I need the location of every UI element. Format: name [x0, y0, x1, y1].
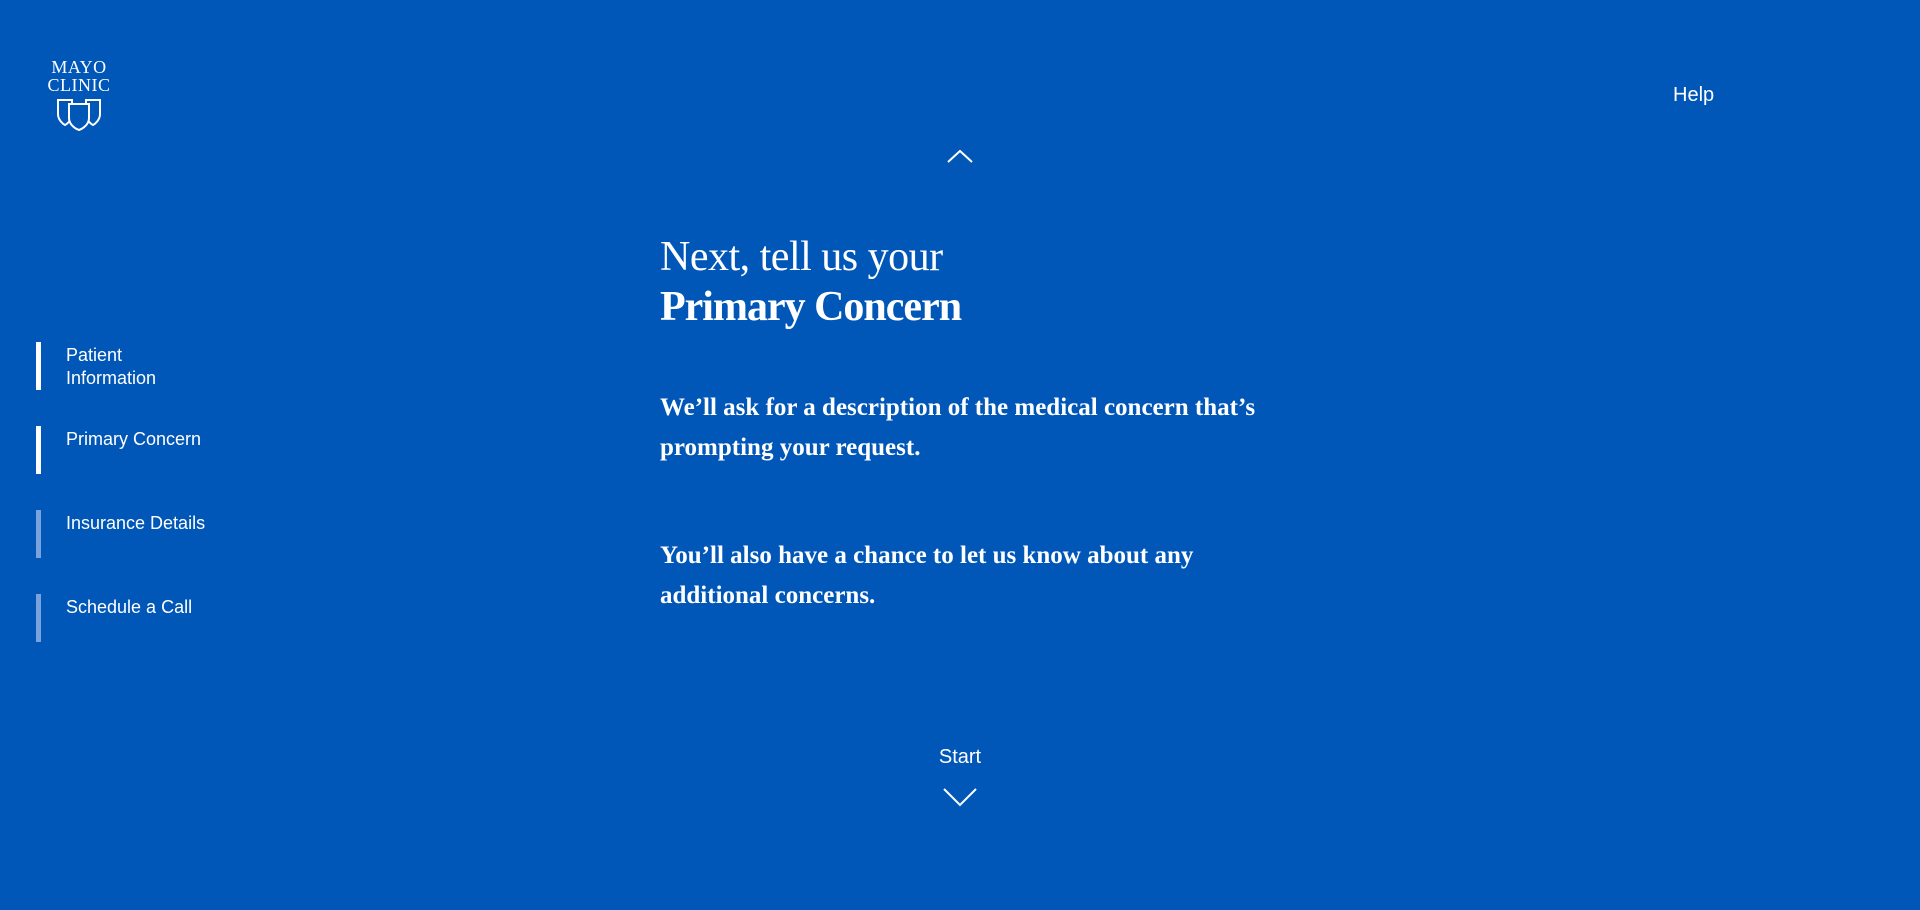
additional-concerns-paragraph: You’ll also have a chance to let us know… [660, 542, 1194, 609]
logo-line2: CLINIC [47, 75, 111, 95]
step-schedule-a-call[interactable]: Schedule a Call [36, 594, 216, 642]
step-primary-concern[interactable]: Primary Concern [36, 426, 216, 474]
step-indicator-bar [36, 510, 41, 558]
start-button[interactable]: Start [930, 746, 990, 769]
chevron-up-icon[interactable] [946, 148, 974, 169]
step-patient-information[interactable]: Patient Information [36, 342, 216, 390]
description-paragraph: We’ll ask for a description of the medic… [660, 394, 1256, 461]
triple-shield-icon [57, 99, 101, 132]
mayo-clinic-logo[interactable]: MAYO CLINIC [44, 58, 114, 132]
help-link[interactable]: Help [1673, 84, 1714, 107]
step-label: Insurance Details [66, 513, 206, 533]
chevron-down-icon[interactable] [942, 786, 978, 813]
step-indicator-bar [36, 342, 41, 390]
page-title: Primary Concern [660, 284, 962, 330]
step-indicator-bar [36, 594, 41, 642]
step-label: Patient Information [66, 345, 157, 388]
step-label: Primary Concern [66, 429, 202, 449]
page-heading-intro: Next, tell us your [660, 234, 943, 280]
progress-steps: Patient Information Primary Concern Insu… [36, 342, 216, 678]
page: MAYO CLINIC Help Patient Information Pri… [0, 0, 1920, 910]
step-insurance-details[interactable]: Insurance Details [36, 510, 216, 558]
logo-line1: MAYO [51, 57, 107, 77]
step-indicator-bar [36, 426, 41, 474]
step-label: Schedule a Call [66, 597, 193, 617]
main-content: Next, tell us your Primary Concern We’ll… [660, 232, 1260, 616]
